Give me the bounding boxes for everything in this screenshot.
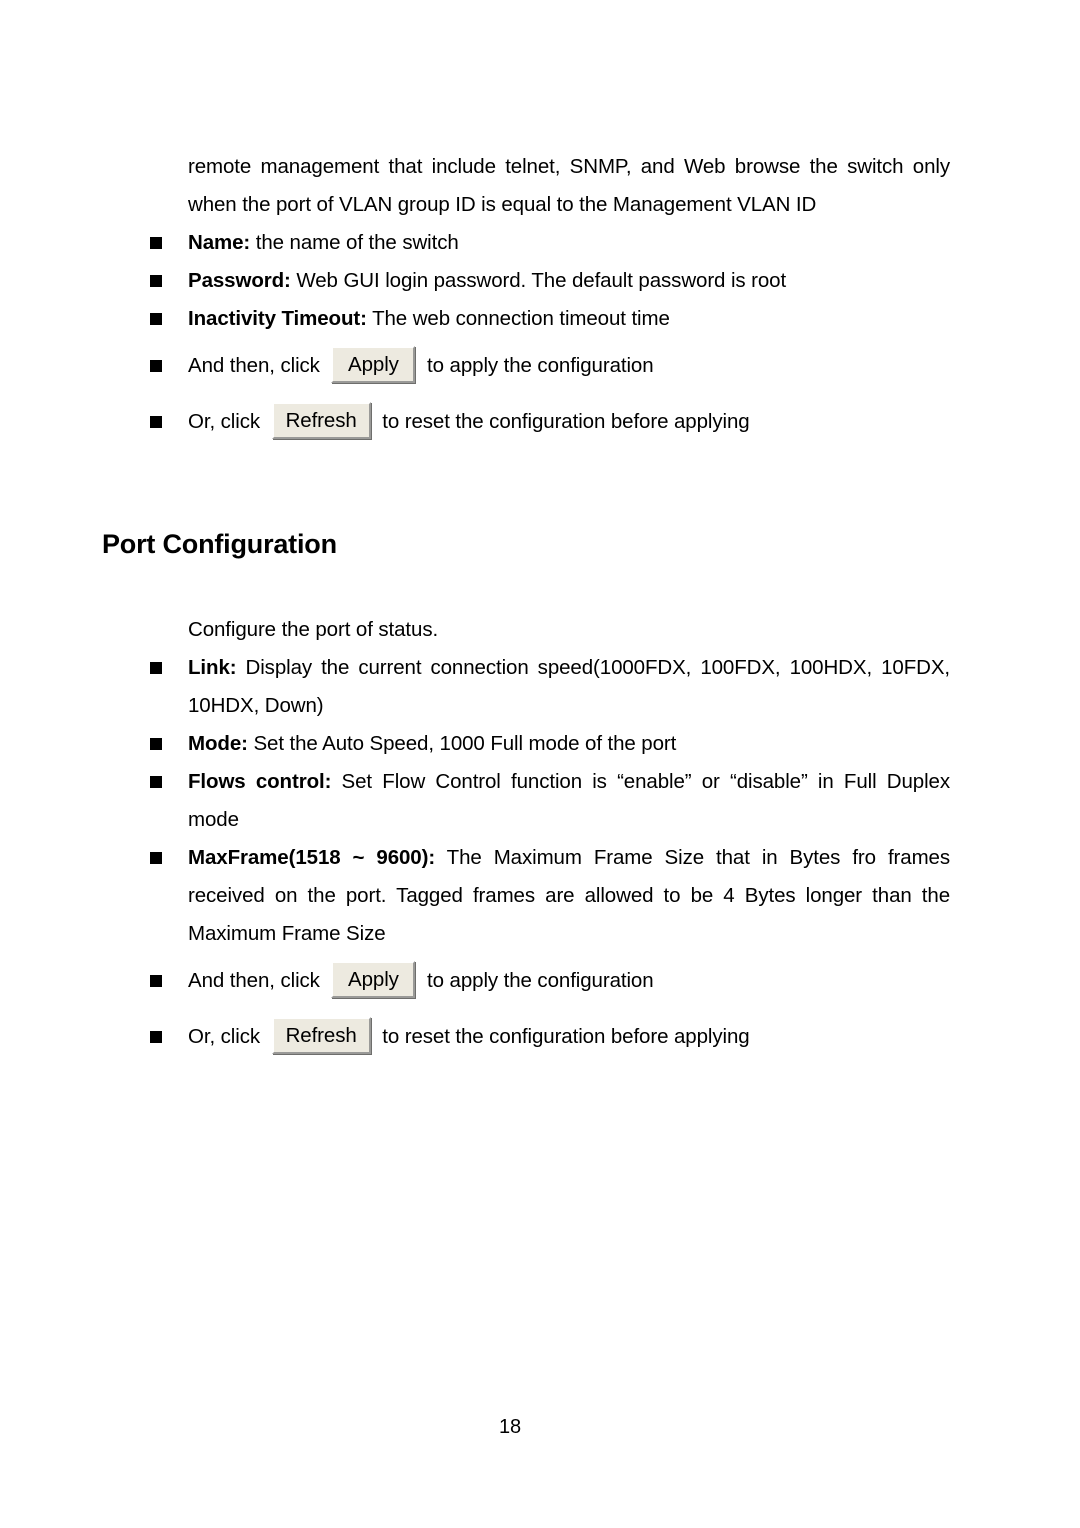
list-item-apply-two: And then, click Apply to apply the confi… [150, 953, 950, 1009]
list-item-maxframe: MaxFrame(1518 ~ 9600): The Maximum Frame… [150, 839, 950, 953]
list-item-term: MaxFrame(1518 ~ 9600): [188, 846, 436, 869]
page-number: 18 [498, 1416, 522, 1438]
square-bullet-icon [150, 237, 162, 249]
apply-lead-text: And then, click [188, 354, 320, 377]
list-item-text: Display the current connection speed(100… [188, 656, 950, 717]
refresh-trail-text: to reset the configuration before applyi… [382, 410, 750, 433]
list-item-term: Mode: [188, 732, 248, 755]
list-item-apply-one: And then, click Apply to apply the confi… [150, 338, 950, 394]
list-item-refresh-two: Or, click Refresh to reset the configura… [150, 1009, 950, 1065]
refresh-lead-text: Or, click [188, 1025, 260, 1048]
square-bullet-icon [150, 313, 162, 325]
list-item-term: Link: [188, 656, 237, 679]
list-item-mode: Mode: Set the Auto Speed, 1000 Full mode… [150, 725, 950, 763]
list-item-term: Flows control: [188, 770, 332, 793]
square-bullet-icon [150, 975, 162, 987]
apply-lead-text: And then, click [188, 969, 320, 992]
list-item-term: Inactivity Timeout: [188, 307, 367, 330]
square-bullet-icon [150, 852, 162, 864]
refresh-lead-text: Or, click [188, 410, 260, 433]
list-item-term: Password: [188, 269, 291, 292]
intro-paragraph-one: remote management that include telnet, S… [188, 155, 950, 216]
list-item-refresh-one: Or, click Refresh to reset the configura… [150, 394, 950, 450]
page-title: Port Configuration [102, 529, 337, 559]
list-item-name: Name: the name of the switch [150, 224, 950, 262]
refresh-button[interactable]: Refresh [271, 1017, 371, 1055]
square-bullet-icon [150, 662, 162, 674]
square-bullet-icon [150, 738, 162, 750]
apply-button[interactable]: Apply [331, 346, 416, 384]
list-item-inactivity-timeout: Inactivity Timeout: The web connection t… [150, 300, 950, 338]
apply-trail-text: to apply the configuration [427, 969, 654, 992]
apply-button[interactable]: Apply [331, 961, 416, 999]
intro-paragraph-two: Configure the port of status. [188, 618, 439, 641]
square-bullet-icon [150, 416, 162, 428]
list-item-text: the name of the switch [250, 231, 459, 254]
list-item-link: Link: Display the current connection spe… [150, 649, 950, 725]
square-bullet-icon [150, 776, 162, 788]
section-two: Configure the port of status. Link: Disp… [150, 611, 950, 1065]
list-item-password: Password: Web GUI login password. The de… [150, 262, 950, 300]
refresh-trail-text: to reset the configuration before applyi… [382, 1025, 750, 1048]
list-item-flows-control: Flows control: Set Flow Control function… [150, 763, 950, 839]
refresh-button[interactable]: Refresh [271, 402, 371, 440]
list-item-term: Name: [188, 231, 251, 254]
list-item-text: Web GUI login password. The default pass… [290, 269, 787, 292]
square-bullet-icon [150, 275, 162, 287]
square-bullet-icon [150, 1031, 162, 1043]
list-item-text: Set the Auto Speed, 1000 Full mode of th… [247, 732, 677, 755]
section-one: remote management that include telnet, S… [150, 148, 950, 450]
apply-trail-text: to apply the configuration [427, 354, 654, 377]
list-item-text: The web connection timeout time [366, 307, 670, 330]
square-bullet-icon [150, 360, 162, 372]
document-page: remote management that include telnet, S… [0, 0, 1080, 1528]
